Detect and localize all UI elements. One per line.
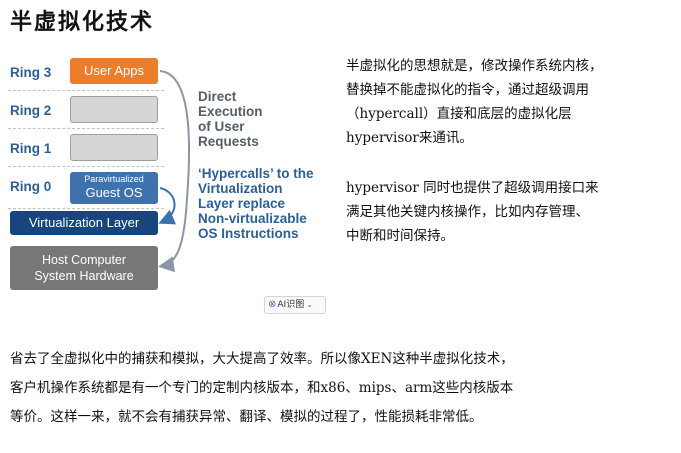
text-line: （hypercall）直接和底层的虚拟化层 [346,106,572,122]
text-line: hypervisor来通讯。 [346,130,473,146]
ai-image-recognition-button[interactable]: ⊗AI识图 ⌄ [264,296,326,314]
direct-line: Direct [198,89,237,104]
hyper-line: OS Instructions [198,226,299,241]
bottom-paragraph: 省去了全虚拟化中的捕获和模拟，大大提高了效率。所以像XEN这种半虚拟化技术， 客… [10,345,676,432]
chevron-down-icon: ⌄ [306,300,313,309]
direct-execution-arrow [158,70,191,273]
direct-execution-text: Direct Execution of User Requests [198,89,263,149]
text-line: 中断和时间保持。 [346,228,454,244]
hyper-line: Virtualization [198,181,283,196]
paragraph-2: hypervisor 同时也提供了超级调用接口来 满足其他关键内核操作，比如内存… [346,176,676,248]
text-line: 客户机操作系统都是有一个专门的定制内核版本，和x86、mips、arm这些内核版… [10,380,514,396]
paravirtualization-diagram: Ring 3 Ring 2 Ring 1 Ring 0 User Apps Pa… [0,52,340,302]
direct-line: Requests [198,134,259,149]
page-heading: 半虚拟化技术 [10,10,155,35]
hyper-line: ‘Hypercalls’ to the [198,166,314,181]
hyper-line: Non-virtualizable [198,211,307,226]
right-description: 半虚拟化的思想就是，修改操作系统内核， 替换掉不能虚拟化的指令，通过超级调用 （… [346,54,676,248]
text-line: hypervisor 同时也提供了超级调用接口来 [346,180,599,196]
hypercall-arrow [158,187,177,225]
text-line: 省去了全虚拟化中的捕获和模拟，大大提高了效率。所以像XEN这种半虚拟化技术， [10,351,514,367]
direct-line: of User [198,119,245,134]
text-line: 满足其他关键内核操作，比如内存管理、 [346,204,589,220]
hyper-line: Layer replace [198,196,286,211]
hypercall-text: ‘Hypercalls’ to the Virtualization Layer… [198,166,314,241]
ai-scan-icon: ⊗ [268,299,277,310]
paragraph-1: 半虚拟化的思想就是，修改操作系统内核， 替换掉不能虚拟化的指令，通过超级调用 （… [346,54,676,150]
text-line: 等价。这样一来，就不会有捕获异常、翻译、模拟的过程了，性能损耗非常低。 [10,409,483,425]
ai-badge-label: AI识图 [277,300,305,310]
text-line: 半虚拟化的思想就是，修改操作系统内核， [346,58,603,74]
direct-line: Execution [198,104,263,119]
text-line: 替换掉不能虚拟化的指令，通过超级调用 [346,82,589,98]
